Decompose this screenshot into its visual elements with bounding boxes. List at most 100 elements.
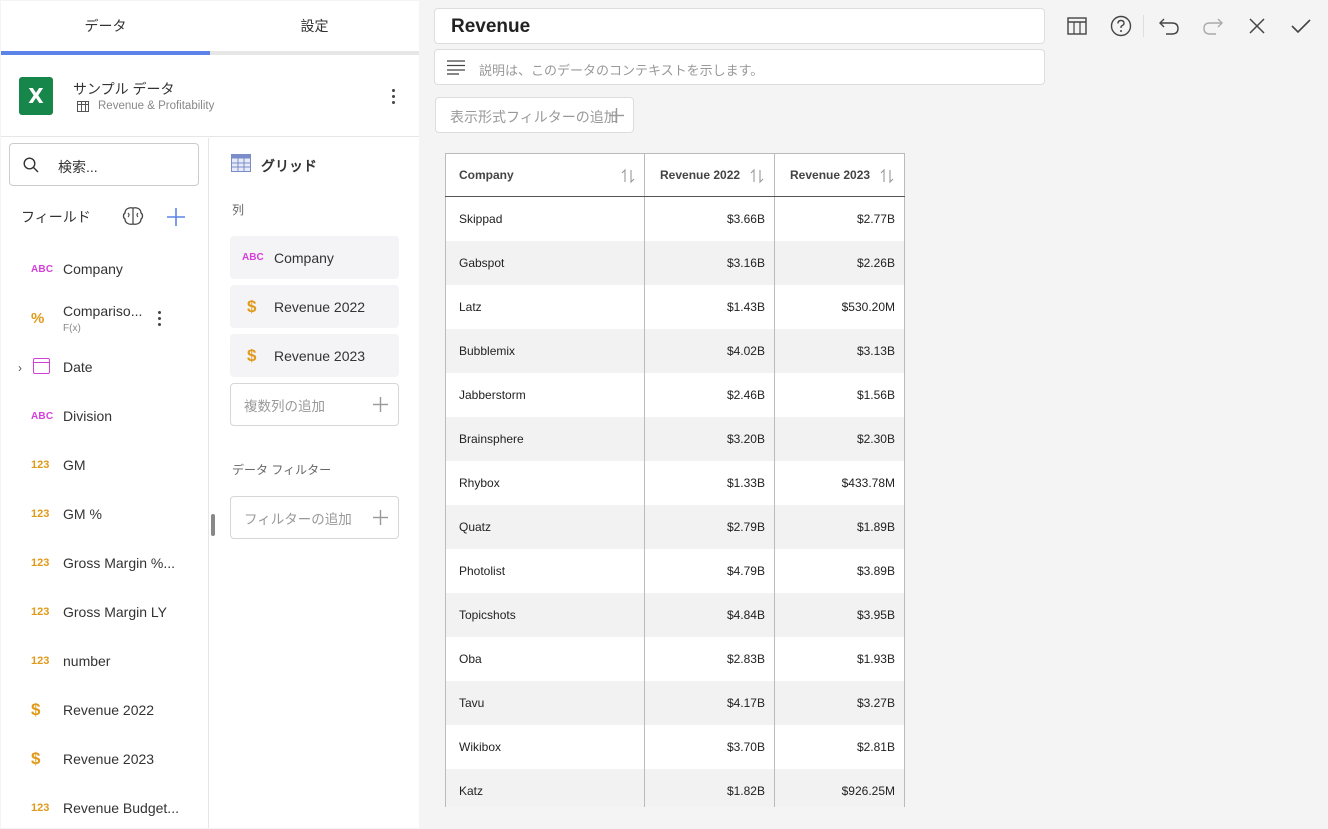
field-item[interactable]: 123 Gross Margin %...	[1, 543, 207, 583]
company-cell: Quatz	[445, 504, 645, 549]
company-cell: Photolist	[445, 548, 645, 593]
revenue-2023-cell: $2.81B	[774, 724, 905, 769]
chevron-right-icon[interactable]: ›	[18, 361, 22, 375]
redo-button[interactable]	[1200, 13, 1226, 39]
field-item[interactable]: % Compariso... F(x)	[1, 298, 207, 338]
add-columns-button[interactable]: 複数列の追加	[230, 383, 399, 426]
text-type-icon: ABC	[31, 410, 54, 422]
field-item[interactable]: ABC Company	[1, 249, 207, 289]
check-icon	[1291, 19, 1311, 34]
revenue-2023-cell: $3.13B	[774, 328, 905, 373]
visualization-title-input[interactable]: Revenue	[434, 8, 1045, 44]
revenue-2023-cell: $2.26B	[774, 240, 905, 285]
add-format-filter-label: 表示形式フィルターの追加	[450, 109, 618, 125]
search-input[interactable]: 検索...	[9, 143, 199, 186]
revenue-2022-cell: $4.17B	[644, 680, 775, 725]
table-row[interactable]: Rhybox $1.33B $433.78M	[445, 460, 905, 505]
company-cell: Tavu	[445, 680, 645, 725]
sort-icon[interactable]	[880, 168, 894, 184]
redo-icon	[1203, 18, 1223, 35]
undo-icon	[1159, 18, 1179, 35]
sort-icon[interactable]	[621, 168, 635, 184]
number-type-icon: 123	[31, 606, 50, 618]
tab-data[interactable]: データ	[1, 1, 210, 51]
revenue-2023-cell: $3.27B	[774, 680, 905, 725]
add-filter-button[interactable]: フィルターの追加	[230, 496, 399, 539]
description-input[interactable]: 説明は、このデータのコンテキストを示します。	[434, 49, 1045, 85]
field-item[interactable]: $ Revenue 2022	[1, 690, 207, 730]
company-cell: Latz	[445, 284, 645, 329]
column-chip[interactable]: ABC Company	[230, 236, 399, 279]
table-row[interactable]: Quatz $2.79B $1.89B	[445, 504, 905, 549]
excel-icon: X	[19, 77, 53, 115]
field-name: Compariso...	[63, 303, 143, 319]
help-icon	[1110, 15, 1132, 37]
column-header-revenue-2023[interactable]: Revenue 2023	[774, 153, 905, 197]
revenue-2022-cell: $4.02B	[644, 328, 775, 373]
columns-section-label: 列	[232, 203, 245, 217]
table-row[interactable]: Wikibox $3.70B $2.81B	[445, 724, 905, 769]
field-name: Revenue 2023	[63, 751, 155, 767]
table-row[interactable]: Latz $1.43B $530.20M	[445, 284, 905, 329]
field-item[interactable]: 123 GM	[1, 445, 207, 485]
table-row[interactable]: Photolist $4.79B $3.89B	[445, 548, 905, 593]
close-button[interactable]	[1244, 13, 1270, 39]
column-header-revenue-2022[interactable]: Revenue 2022	[644, 153, 775, 197]
field-item[interactable]: 123 GM %	[1, 494, 207, 534]
revenue-2023-cell: $3.95B	[774, 592, 905, 637]
number-type-icon: 123	[31, 557, 50, 569]
revenue-2023-cell: $1.56B	[774, 372, 905, 417]
table-row[interactable]: Skippad $3.66B $2.77B	[445, 196, 905, 241]
field-item[interactable]: ABC Division	[1, 396, 207, 436]
column-name: Company	[274, 249, 334, 266]
revenue-2022-cell: $2.83B	[644, 636, 775, 681]
undo-button[interactable]	[1156, 13, 1182, 39]
tab-settings[interactable]: 設定	[210, 1, 419, 51]
table-row[interactable]: Oba $2.83B $1.93B	[445, 636, 905, 681]
revenue-2022-cell: $1.82B	[644, 768, 775, 807]
field-more-icon[interactable]	[154, 307, 164, 329]
fields-list-panel: 検索... フィールド ABC Company % Compariso... F…	[1, 138, 209, 828]
currency-type-icon: $	[31, 700, 41, 719]
number-type-icon: 123	[31, 459, 50, 471]
table-row[interactable]: Topicshots $4.84B $3.95B	[445, 592, 905, 637]
close-icon	[1249, 18, 1265, 34]
field-name: GM %	[63, 506, 102, 522]
visualization-config-panel: グリッド ⌄ 列 ABC Company $ Revenue 2022 $ Re…	[210, 138, 419, 828]
company-cell: Katz	[445, 768, 645, 807]
field-name: Gross Margin LY	[63, 604, 167, 620]
table-row[interactable]: Bubblemix $4.02B $3.13B	[445, 328, 905, 373]
revenue-2023-cell: $1.93B	[774, 636, 905, 681]
table-row[interactable]: Jabberstorm $2.46B $1.56B	[445, 372, 905, 417]
column-header-company[interactable]: Company	[445, 153, 645, 197]
field-item[interactable]: 123 number	[1, 641, 207, 681]
field-item[interactable]: › Date	[1, 347, 207, 387]
data-grid: Company Revenue 2022 Revenue 2023 Skippa…	[445, 153, 905, 807]
table-row[interactable]: Gabspot $3.16B $2.26B	[445, 240, 905, 285]
field-item[interactable]: 123 Revenue Budget...	[1, 788, 207, 828]
datasource-subtitle: Revenue & Profitability	[98, 100, 215, 112]
field-formula-label: F(x)	[63, 323, 81, 334]
table-row[interactable]: Brainsphere $3.20B $2.30B	[445, 416, 905, 461]
number-type-icon: 123	[31, 802, 50, 814]
currency-type-icon: $	[31, 749, 41, 768]
field-item[interactable]: 123 Gross Margin LY	[1, 592, 207, 632]
column-chip[interactable]: $ Revenue 2023	[230, 334, 399, 377]
column-chip[interactable]: $ Revenue 2022	[230, 285, 399, 328]
brain-icon[interactable]	[122, 206, 144, 226]
table-row[interactable]: Tavu $4.17B $3.27B	[445, 680, 905, 725]
field-name: number	[63, 653, 111, 669]
panel-tabs: データ 設定	[1, 1, 419, 55]
table-view-icon	[1067, 17, 1087, 35]
add-format-filter-button[interactable]: 表示形式フィルターの追加	[435, 97, 634, 133]
sort-icon[interactable]	[750, 168, 764, 184]
table-view-button[interactable]	[1064, 13, 1090, 39]
table-row[interactable]: Katz $1.82B $926.25M	[445, 768, 905, 807]
datasource-more-icon[interactable]	[386, 85, 400, 107]
help-button[interactable]	[1108, 13, 1134, 39]
chevron-down-icon[interactable]: ⌄	[306, 156, 315, 169]
add-field-icon[interactable]	[166, 207, 186, 227]
revenue-2022-cell: $3.16B	[644, 240, 775, 285]
field-item[interactable]: $ Revenue 2023	[1, 739, 207, 779]
confirm-button[interactable]	[1288, 13, 1314, 39]
